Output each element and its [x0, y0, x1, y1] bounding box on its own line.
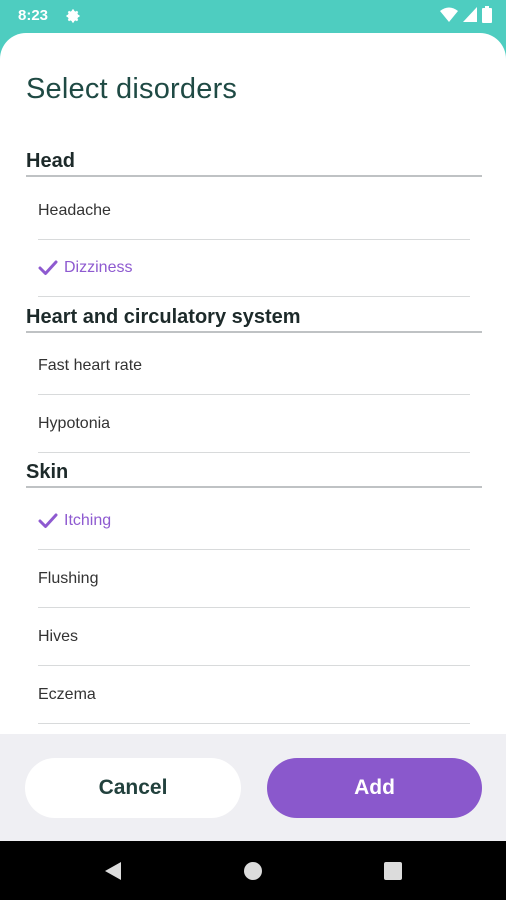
- disorder-label: Itching: [64, 512, 112, 529]
- disorder-item-hives[interactable]: Hives: [38, 609, 470, 666]
- battery-icon: [482, 6, 492, 23]
- check-icon: [38, 513, 58, 528]
- disorder-label: Hives: [38, 628, 79, 645]
- section-header-heart: Heart and circulatory system: [26, 305, 482, 333]
- status-icons: [440, 6, 492, 23]
- dialog-footer: Cancel Add: [0, 734, 506, 841]
- disorder-label: Eczema: [38, 686, 96, 703]
- navigation-bar: [0, 841, 506, 900]
- settings-gear-icon: [66, 9, 80, 23]
- disorder-label: Dizziness: [64, 259, 133, 276]
- status-bar: 8:23: [0, 0, 506, 32]
- section-header-head: Head: [26, 149, 482, 177]
- check-icon: [38, 260, 58, 275]
- disorder-item-itching[interactable]: Itching: [38, 493, 470, 550]
- disorder-item-headache[interactable]: Headache: [38, 183, 470, 240]
- wifi-icon: [440, 7, 458, 22]
- disorder-label: Fast heart rate: [38, 357, 143, 374]
- recents-icon[interactable]: [381, 859, 405, 883]
- disorder-item-hypotonia[interactable]: Hypotonia: [38, 396, 470, 453]
- cancel-button[interactable]: Cancel: [25, 758, 241, 818]
- disorder-label: Flushing: [38, 570, 99, 587]
- disorder-label: Headache: [38, 202, 111, 219]
- disorder-item-fast-heart-rate[interactable]: Fast heart rate: [38, 338, 470, 395]
- disorder-item-dizziness[interactable]: Dizziness: [38, 240, 470, 297]
- back-icon[interactable]: [101, 859, 125, 883]
- select-disorders-dialog: Select disorders Head Headache Dizziness…: [0, 33, 506, 841]
- signal-icon: [463, 7, 477, 22]
- add-button[interactable]: Add: [267, 758, 482, 818]
- disorder-item-flushing[interactable]: Flushing: [38, 551, 470, 608]
- dialog-title: Select disorders: [26, 73, 238, 105]
- home-icon[interactable]: [241, 859, 265, 883]
- disorder-label: Hypotonia: [38, 415, 111, 432]
- section-header-skin: Skin: [26, 460, 482, 488]
- status-time: 8:23: [18, 7, 49, 24]
- disorder-item-eczema[interactable]: Eczema: [38, 667, 470, 724]
